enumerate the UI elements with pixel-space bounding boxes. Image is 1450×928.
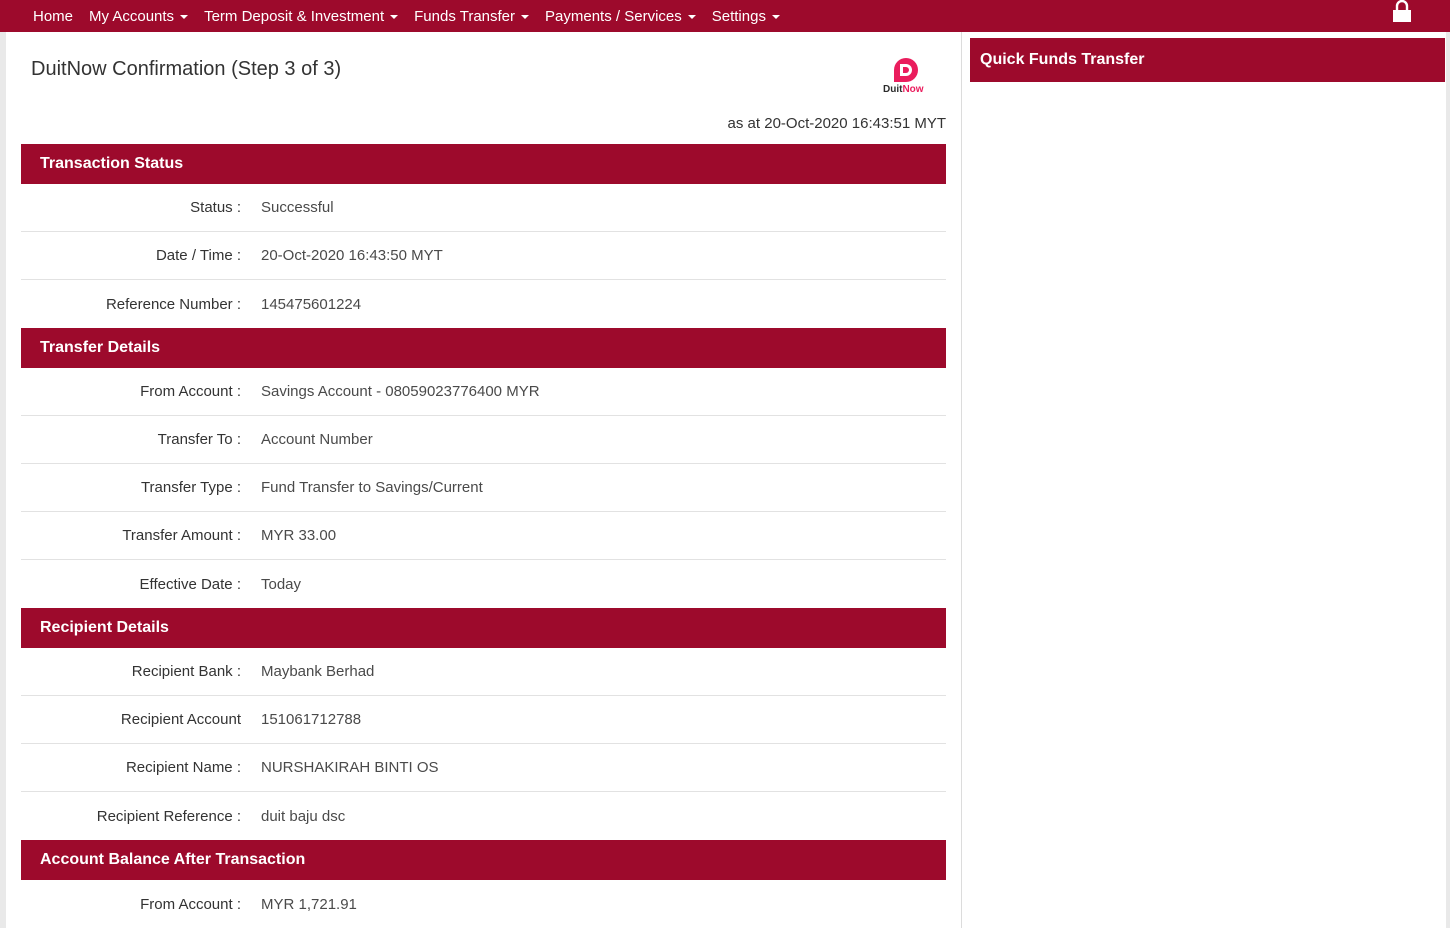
nav-item-funds-transfer[interactable]: Funds Transfer [414, 7, 530, 25]
row-value: duit baju dsc [261, 807, 346, 825]
section-header-account-balance: Account Balance After Transaction [21, 840, 946, 880]
confirmation-details: Transaction Status Status : Successful D… [21, 144, 946, 928]
caret-down-icon [390, 15, 399, 19]
row-label: Date / Time : [155, 247, 241, 264]
duitnow-logo-text: DuitNow [883, 84, 924, 95]
row-value: 151061712788 [261, 711, 362, 728]
row-label: Transfer Type : [140, 479, 241, 496]
detail-row-recipient-bank: Recipient Bank : Maybank Berhad [21, 648, 946, 696]
section-header-transaction-status: Transaction Status [21, 144, 946, 184]
nav-item-label: Payments / Services [545, 7, 682, 25]
row-label: Recipient Name : [125, 759, 241, 776]
nav-item-label: Funds Transfer [414, 7, 516, 25]
nav-item-home[interactable]: Home [33, 8, 73, 25]
row-label: From Account : [140, 895, 241, 913]
detail-row-effective-date: Effective Date : Today [21, 560, 946, 608]
row-label: Transfer Amount : [122, 527, 241, 544]
row-value: 145475601224 [261, 295, 362, 313]
row-value: Savings Account - 08059023776400 MYR [261, 383, 540, 400]
detail-row-transfer-type: Transfer Type : Fund Transfer to Savings… [21, 464, 946, 512]
detail-row-balance-from-account: From Account : MYR 1,721.91 [21, 880, 946, 928]
row-value: Fund Transfer to Savings/Current [261, 479, 483, 496]
lock-icon[interactable] [1392, 0, 1412, 22]
detail-row-status: Status : Successful [21, 184, 946, 232]
page-title: DuitNow Confirmation (Step 3 of 3) [31, 58, 342, 80]
nav-item-label: Settings [711, 7, 766, 25]
page-right-gutter [1446, 32, 1450, 928]
row-label: Recipient Account [120, 711, 241, 728]
row-value: MYR 1,721.91 [261, 895, 357, 913]
row-label: Status : [190, 199, 241, 216]
detail-row-recipient-account: Recipient Account 151061712788 [21, 696, 946, 744]
row-value: 20-Oct-2020 16:43:50 MYT [261, 247, 443, 264]
detail-row-transfer-to: Transfer To : Account Number [21, 416, 946, 464]
row-label: Effective Date : [139, 575, 241, 593]
nav-item-settings[interactable]: Settings [712, 8, 780, 25]
quick-funds-transfer-title: Quick Funds Transfer [980, 51, 1145, 68]
nav-menu: Home My Accounts Term Deposit & Investme… [33, 0, 796, 32]
detail-row-recipient-reference: Recipient Reference : duit baju dsc [21, 792, 946, 840]
section-header-recipient-details: Recipient Details [21, 608, 946, 648]
row-label: Transfer To : [157, 431, 241, 448]
nav-item-payments-services[interactable]: Payments / Services [545, 8, 696, 25]
row-label: Recipient Bank : [131, 663, 241, 680]
nav-item-label: Term Deposit & Investment [204, 7, 385, 25]
row-value: NURSHAKIRAH BINTI OS [261, 759, 439, 776]
row-label: Reference Number : [105, 295, 241, 313]
row-value: Successful [261, 199, 334, 216]
caret-down-icon [521, 15, 530, 19]
row-value: MYR 33.00 [261, 527, 337, 544]
detail-row-recipient-name: Recipient Name : NURSHAKIRAH BINTI OS [21, 744, 946, 792]
nav-item-term-deposit[interactable]: Term Deposit & Investment [204, 7, 399, 25]
detail-row-date-time: Date / Time : 20-Oct-2020 16:43:50 MYT [21, 232, 946, 280]
detail-row-from-account: From Account : Savings Account - 0805902… [21, 368, 946, 416]
nav-item-my-accounts[interactable]: My Accounts [89, 7, 189, 25]
page-left-gutter [0, 32, 6, 928]
nav-item-label: My Accounts [89, 7, 175, 25]
nav-item-label: Home [33, 7, 74, 25]
row-value: Today [261, 575, 302, 593]
section-header-transfer-details: Transfer Details [21, 328, 946, 368]
detail-row-reference-number: Reference Number : 145475601224 [21, 280, 946, 328]
row-value: Account Number [261, 431, 373, 448]
top-navbar: Home My Accounts Term Deposit & Investme… [0, 0, 1450, 32]
row-label: Recipient Reference : [96, 807, 241, 825]
caret-down-icon [687, 15, 696, 19]
as-at-timestamp: as at 20-Oct-2020 16:43:51 MYT [727, 115, 946, 132]
quick-funds-transfer-header[interactable]: Quick Funds Transfer [970, 38, 1445, 82]
row-value: Maybank Berhad [261, 663, 375, 680]
column-divider [961, 32, 962, 928]
caret-down-icon [180, 15, 189, 19]
detail-row-transfer-amount: Transfer Amount : MYR 33.00 [21, 512, 946, 560]
row-label: From Account : [140, 383, 241, 400]
caret-down-icon [771, 15, 780, 19]
